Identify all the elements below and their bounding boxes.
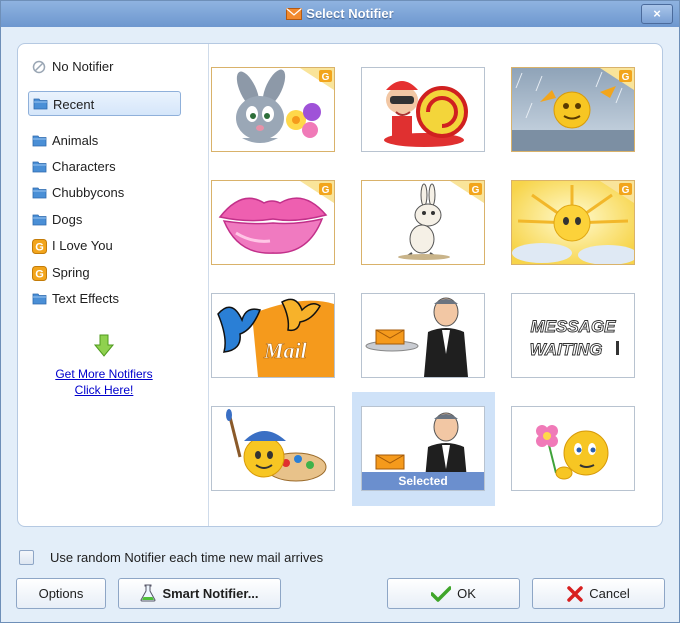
notifier-smiley-in-storm[interactable]: G xyxy=(511,67,635,152)
random-notifier-checkbox[interactable] xyxy=(19,550,34,565)
get-more-notifiers-link[interactable]: Get More Notifiers xyxy=(18,367,190,381)
folder-icon xyxy=(32,293,47,305)
notifier-butterflies-mail[interactable]: Mail xyxy=(211,293,335,378)
notifier-bunny-with-flowers[interactable]: G xyxy=(211,67,335,152)
folder-icon xyxy=(32,214,47,226)
flask-icon xyxy=(140,584,156,602)
svg-text:G: G xyxy=(322,185,330,196)
flower-smiley-illustration xyxy=(536,425,609,480)
folder-icon xyxy=(32,135,47,147)
sidebar-item-label: Text Effects xyxy=(52,291,119,306)
notifier-pink-lips[interactable]: G xyxy=(211,180,335,265)
waiting-text: WAITING xyxy=(530,340,603,359)
notifier-painter-smiley[interactable] xyxy=(211,406,335,491)
ok-button[interactable]: OK xyxy=(387,578,520,609)
painter-illustration xyxy=(226,409,327,482)
notifier-smiley-with-flower[interactable] xyxy=(511,406,635,491)
sidebar-item-label: I Love You xyxy=(52,238,113,253)
notifier-panel: No Notifier Recent Animals Characters Ch… xyxy=(17,43,663,527)
notifier-message-waiting[interactable]: MESSAGE WAITING xyxy=(511,293,635,378)
g-badge-icon: G xyxy=(300,181,334,203)
snail-illustration xyxy=(384,81,468,147)
svg-text:Mail: Mail xyxy=(263,338,308,363)
panel-divider xyxy=(208,44,209,526)
g-badge-icon: G xyxy=(32,266,47,281)
svg-text:G: G xyxy=(622,72,630,83)
folder-icon xyxy=(32,187,47,199)
cancel-button[interactable]: Cancel xyxy=(532,578,665,609)
message-waiting-illustration: MESSAGE WAITING xyxy=(529,317,619,359)
click-here-link[interactable]: Click Here! xyxy=(18,383,190,397)
window-title: Select Notifier xyxy=(1,6,679,21)
butler-illustration xyxy=(365,297,468,377)
sidebar-item-recent[interactable]: Recent xyxy=(28,91,181,116)
select-notifier-dialog: Select Notifier × No Notifier Recent Ani… xyxy=(0,0,680,623)
g-badge-icon: G xyxy=(600,68,634,90)
message-text: MESSAGE xyxy=(530,317,616,336)
folder-icon xyxy=(33,98,48,110)
checkmark-icon xyxy=(430,586,452,602)
notifier-sunshine-smiley[interactable]: G xyxy=(511,180,635,265)
close-button[interactable]: × xyxy=(641,4,673,24)
random-notifier-label: Use random Notifier each time new mail a… xyxy=(50,550,324,565)
g-badge-icon: G xyxy=(32,239,47,254)
ok-label: OK xyxy=(457,586,476,601)
butterflies-illustration: Mail xyxy=(217,298,334,377)
options-button-label: Options xyxy=(38,586,84,601)
smart-notifier-label: Smart Notifier... xyxy=(162,586,259,601)
selected-label: Selected xyxy=(362,472,484,490)
arrow-down-icon xyxy=(94,334,114,357)
sidebar-item-label: Recent xyxy=(53,97,95,112)
notifier-butler-with-letter[interactable] xyxy=(361,293,485,378)
title-bar[interactable]: Select Notifier × xyxy=(1,1,679,27)
envelope-icon xyxy=(286,8,303,20)
svg-text:G: G xyxy=(472,185,480,196)
close-x-icon xyxy=(567,586,584,602)
no-entry-icon xyxy=(32,60,46,74)
sidebar-item-label: Animals xyxy=(52,133,99,148)
g-badge-icon: G xyxy=(450,181,484,203)
g-badge-icon: G xyxy=(300,68,334,90)
window-title-text: Select Notifier xyxy=(306,6,394,21)
svg-text:G: G xyxy=(322,72,330,83)
svg-text:G: G xyxy=(35,242,44,254)
sidebar-item-label: Spring xyxy=(52,265,90,280)
folder-icon xyxy=(32,161,47,173)
notifier-butler-selected[interactable]: Selected xyxy=(361,406,485,491)
smart-notifier-button[interactable]: Smart Notifier... xyxy=(118,578,281,609)
options-button[interactable]: Options xyxy=(16,578,106,609)
svg-text:G: G xyxy=(35,269,44,281)
svg-text:G: G xyxy=(622,185,630,196)
sidebar-item-label: Dogs xyxy=(52,212,83,227)
cancel-label: Cancel xyxy=(589,586,630,601)
notifier-snail-with-helmet[interactable] xyxy=(361,67,485,152)
g-badge-icon: G xyxy=(600,181,634,203)
sidebar-item-label: Chubbycons xyxy=(52,185,125,200)
sidebar-item-label: No Notifier xyxy=(52,59,114,74)
sidebar-item-label: Characters xyxy=(52,159,116,174)
notifier-cartoon-rabbit[interactable]: G xyxy=(361,180,485,265)
